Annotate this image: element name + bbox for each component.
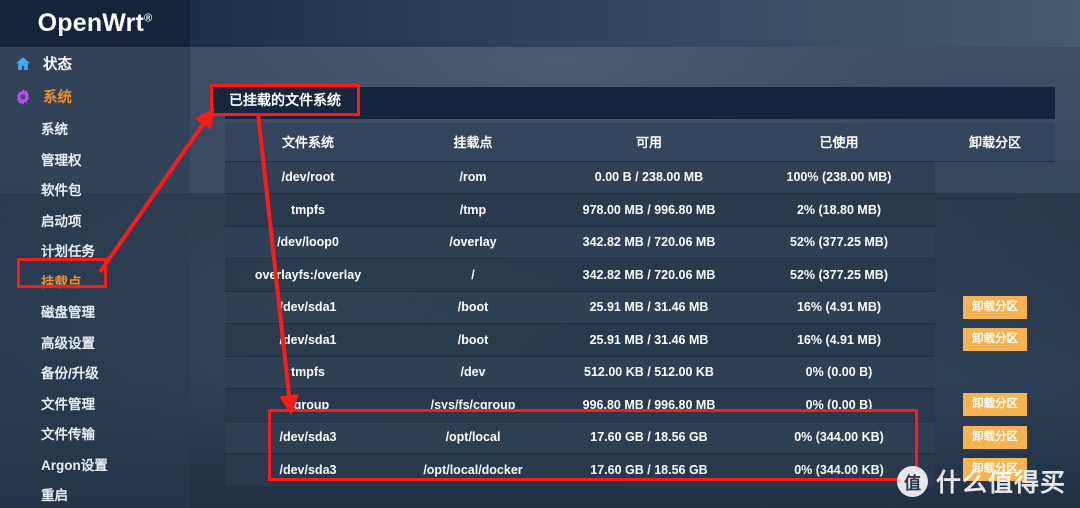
- cell-mount: /overlay: [391, 225, 555, 259]
- sidebar-item-system[interactable]: 系统: [0, 80, 190, 113]
- sidebar-item-backup-upgrade[interactable]: 备份/升级: [0, 357, 190, 388]
- cell-used: 2% (18.80 MB): [743, 193, 935, 226]
- unmount-partition-button[interactable]: 卸载分区: [963, 295, 1027, 319]
- sidebar-item-startup[interactable]: 启动项: [0, 205, 190, 236]
- sidebar-item-file-management[interactable]: 文件管理: [0, 388, 190, 419]
- cell-fs: overlayfs:/overlay: [225, 258, 391, 291]
- table-row: /dev/root/rom 0.00 B / 238.00 MB 100% (238…: [225, 160, 1055, 194]
- cell-available: 978.00 MB / 996.80 MB: [555, 193, 743, 226]
- cell-used: 0% (0.00 B): [743, 355, 935, 389]
- cell-mount: /rom: [391, 160, 555, 194]
- sidebar-item-advanced-settings[interactable]: 高级设置: [0, 327, 190, 358]
- sidebar-item-argon-settings[interactable]: Argon设置: [0, 449, 190, 480]
- cell-unmount: 卸载分区: [935, 421, 1055, 454]
- column-header-available: 可用: [555, 123, 743, 162]
- cell-mount: /boot: [391, 290, 555, 324]
- sidebar: OpenWrt® 状态 系统 系统 管理权 软件包 启动项 计划任务 挂载点 磁…: [0, 0, 190, 508]
- table-header-row: 文件系统 挂载点 可用 已使用 卸载分区: [225, 123, 1055, 162]
- cell-available: 0.00 B / 238.00 MB: [555, 160, 743, 194]
- cell-unmount: 卸载分区: [935, 324, 1055, 357]
- cell-mount: /tmp: [391, 193, 555, 226]
- annotation-box-sda3-rows: [268, 409, 918, 481]
- cell-available: 342.82 MB / 720.06 MB: [555, 225, 743, 259]
- cell-unmount: 卸载分区: [935, 389, 1055, 422]
- unmount-partition-button[interactable]: 卸载分区: [963, 393, 1027, 417]
- gear-icon: [14, 88, 32, 106]
- cell-fs: tmpfs: [225, 193, 391, 226]
- cell-mount: /: [391, 258, 555, 291]
- cell-used: 100% (238.00 MB): [743, 160, 935, 194]
- cell-fs: /dev/loop0: [225, 225, 391, 259]
- cell-unmount: 卸载分区: [935, 291, 1055, 324]
- sidebar-submenu: 系统 管理权 软件包 启动项 计划任务 挂载点 磁盘管理 高级设置 备份/升级 …: [0, 113, 190, 508]
- sidebar-item-system-sub[interactable]: 系统: [0, 113, 190, 144]
- cell-fs: /dev/root: [225, 160, 391, 194]
- cell-fs: /dev/sda1: [225, 323, 391, 356]
- annotation-label-mounted-filesystems: 已挂载的文件系统: [210, 84, 360, 116]
- cell-available: 512.00 KB / 512.00 KB: [555, 355, 743, 389]
- watermark-text: 什么值得买: [935, 469, 1066, 497]
- sidebar-item-system-label: 系统: [43, 90, 72, 106]
- cell-fs: /dev/sda1: [225, 290, 391, 324]
- sidebar-item-packages[interactable]: 软件包: [0, 174, 190, 205]
- cell-fs: tmpfs: [225, 355, 391, 389]
- cell-mount: /boot: [391, 323, 555, 356]
- cell-unmount: [935, 226, 1055, 259]
- table-row: /dev/sda1/boot 25.91 MB / 31.46 MB 16% (4.…: [225, 323, 1055, 357]
- openwrt-logo: OpenWrt®: [0, 0, 190, 47]
- home-icon: [14, 55, 32, 73]
- table-row: tmpfs/tmp 978.00 MB / 996.80 MB 2% (18.80 …: [225, 193, 1055, 227]
- column-header-unmount: 卸载分区: [935, 123, 1055, 162]
- cell-used: 52% (377.25 MB): [743, 225, 935, 259]
- cell-used: 16% (4.91 MB): [743, 290, 935, 324]
- annotation-box-mount-points: [17, 258, 107, 288]
- watermark: 值 什么值得买: [896, 463, 1066, 499]
- column-header-filesystem: 文件系统: [225, 123, 391, 162]
- table-row: /dev/sda1/boot 25.91 MB / 31.46 MB 16% (4.…: [225, 290, 1055, 324]
- cell-unmount: [935, 356, 1055, 389]
- top-bar: [190, 0, 1080, 47]
- sidebar-item-status[interactable]: 状态: [0, 47, 190, 80]
- table-row: overlayfs:/overlay/342.82 MB / 720.06 MB…: [225, 258, 1055, 292]
- registered-mark: ®: [144, 12, 153, 25]
- cell-mount: /dev: [391, 355, 555, 389]
- cell-available: 25.91 MB / 31.46 MB: [555, 290, 743, 324]
- logo-text: OpenWrt: [37, 9, 145, 37]
- unmount-partition-button[interactable]: 卸载分区: [963, 425, 1027, 449]
- sidebar-item-disk-management[interactable]: 磁盘管理: [0, 296, 190, 327]
- cell-used: 52% (377.25 MB): [743, 258, 935, 291]
- sidebar-item-file-transfer[interactable]: 文件传输: [0, 418, 190, 449]
- sidebar-item-status-label: 状态: [43, 57, 72, 73]
- watermark-logo-icon: 值: [896, 465, 928, 497]
- sidebar-item-admin[interactable]: 管理权: [0, 144, 190, 175]
- cell-available: 25.91 MB / 31.46 MB: [555, 323, 743, 356]
- sidebar-item-reboot[interactable]: 重启: [0, 479, 190, 508]
- column-header-used: 已使用: [743, 123, 935, 162]
- cell-available: 342.82 MB / 720.06 MB: [555, 258, 743, 291]
- cell-unmount: [935, 194, 1055, 227]
- table-row: /dev/loop0/overlay 342.82 MB / 720.06 MB 5…: [225, 225, 1055, 259]
- column-header-mountpoint: 挂载点: [391, 123, 555, 162]
- cell-used: 16% (4.91 MB): [743, 323, 935, 356]
- cell-unmount: [935, 161, 1055, 194]
- unmount-partition-button[interactable]: 卸载分区: [963, 328, 1027, 352]
- cell-unmount: [935, 259, 1055, 292]
- table-row: tmpfs/dev 512.00 KB / 512.00 KB 0% (0.00 B…: [225, 355, 1055, 389]
